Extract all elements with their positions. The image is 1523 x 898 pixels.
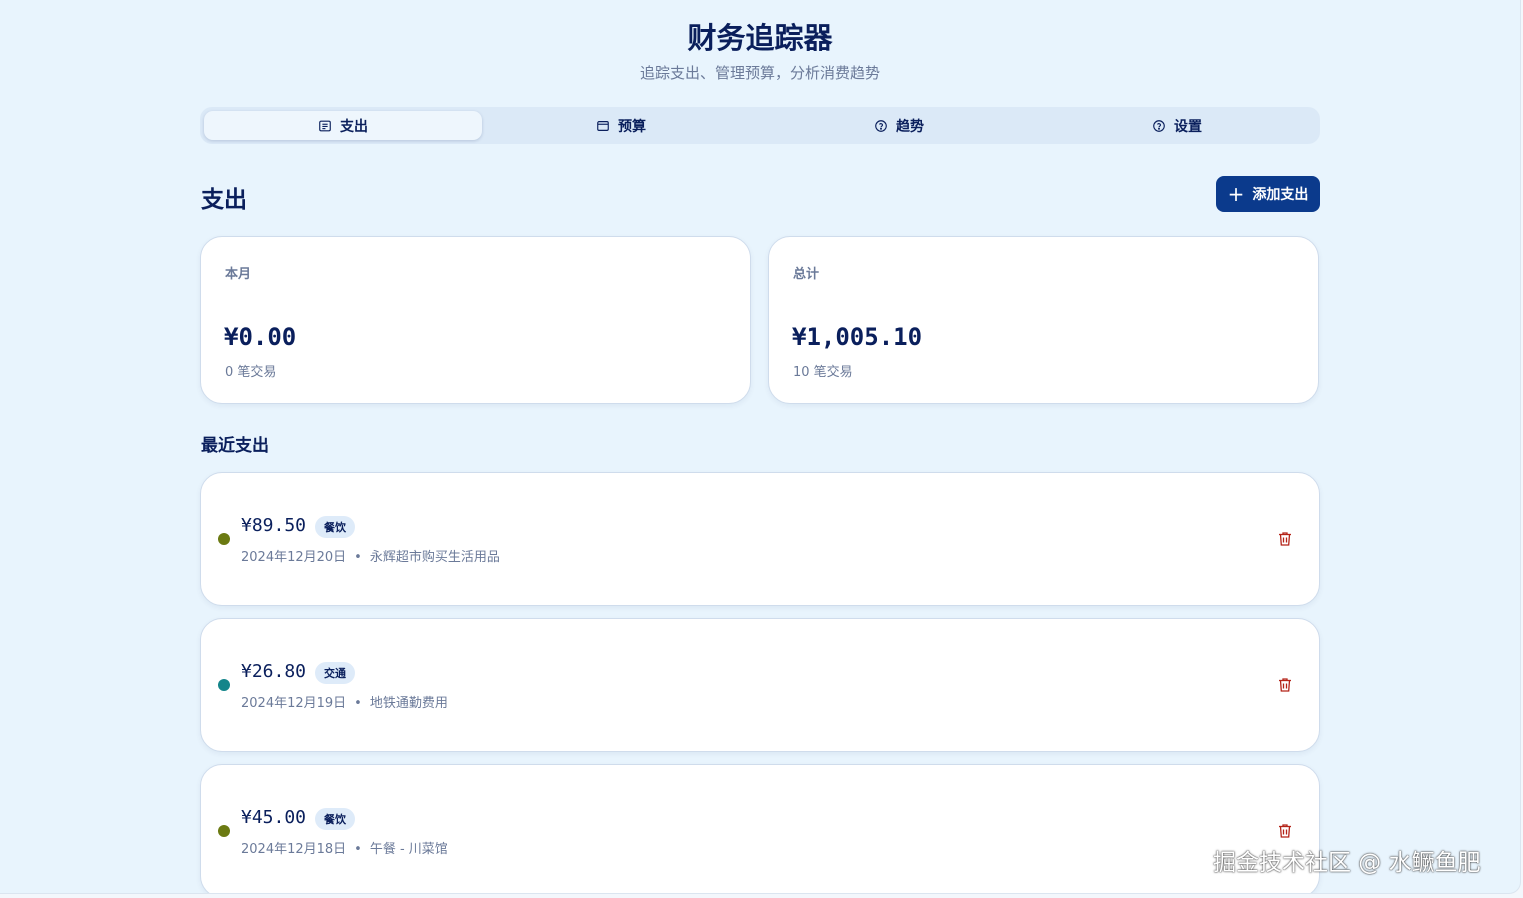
page-subtitle: 追踪支出、管理预算，分析消费趋势 [639, 64, 880, 82]
meta-separator: • [354, 842, 362, 857]
recent-expenses-title: 最近支出 [201, 436, 269, 456]
help-circle-icon [1153, 119, 1165, 132]
tab-label: 支出 [340, 118, 368, 135]
stat-value: ¥0.00 [224, 323, 297, 351]
expense-amount: ¥26.80 [241, 661, 307, 682]
category-badge: 交通 [315, 662, 355, 684]
expense-date: 2024年12月20日 [241, 550, 347, 565]
expense-item[interactable]: ¥26.80 交通 2024年12月19日 • 地铁通勤费用 [200, 618, 1320, 752]
tab-bar: 支出 预算 趋势 设置 [200, 107, 1320, 144]
expense-description: 永辉超市购买生活用品 [369, 550, 500, 565]
expense-amount: ¥89.50 [241, 515, 307, 536]
meta-separator: • [354, 696, 362, 711]
trash-icon[interactable] [1278, 531, 1292, 547]
section-title: 支出 [201, 187, 247, 213]
stat-transaction-count: 10 笔交易 [793, 365, 853, 380]
stat-label: 本月 [225, 267, 252, 282]
expense-description: 午餐 - 川菜馆 [369, 842, 448, 857]
stat-value: ¥1,005.10 [792, 323, 923, 351]
stat-card-this-month: 本月 ¥0.00 0 笔交易 [200, 236, 751, 404]
receipt-icon [319, 120, 331, 131]
expense-meta: 2024年12月19日 • 地铁通勤费用 [241, 692, 448, 711]
plus-icon: + [1227, 182, 1245, 206]
category-badge: 餐饮 [315, 516, 355, 538]
expense-amount: ¥45.00 [241, 807, 307, 828]
category-color-dot [218, 679, 230, 691]
page-title: 财务追踪器 [687, 21, 833, 55]
expense-item[interactable]: ¥45.00 餐饮 2024年12月18日 • 午餐 - 川菜馆 [200, 764, 1320, 893]
app-window: 财务追踪器 追踪支出、管理预算，分析消费趋势 支出 预算 趋势 设置 支出 + … [0, 0, 1521, 894]
tab-label: 预算 [618, 118, 646, 135]
stat-transaction-count: 0 笔交易 [225, 365, 277, 380]
help-circle-icon [875, 119, 887, 132]
expense-meta: 2024年12月20日 • 永辉超市购买生活用品 [241, 546, 500, 565]
wallet-icon [597, 120, 609, 131]
trash-icon[interactable] [1278, 823, 1292, 839]
category-badge: 餐饮 [315, 808, 355, 830]
expense-date: 2024年12月18日 [241, 842, 347, 857]
add-expense-button[interactable]: + 添加支出 [1216, 176, 1320, 212]
stat-label: 总计 [793, 267, 820, 282]
tab-trends[interactable]: 趋势 [760, 111, 1038, 140]
trash-icon[interactable] [1278, 677, 1292, 693]
tab-budget[interactable]: 预算 [482, 111, 760, 140]
tab-label: 设置 [1174, 118, 1202, 135]
category-color-dot [218, 825, 230, 837]
category-color-dot [218, 533, 230, 545]
expense-description: 地铁通勤费用 [369, 696, 448, 711]
meta-separator: • [354, 550, 362, 565]
tab-expenses[interactable]: 支出 [204, 111, 482, 140]
expense-date: 2024年12月19日 [241, 696, 347, 711]
add-expense-label: 添加支出 [1252, 187, 1309, 203]
stat-card-total: 总计 ¥1,005.10 10 笔交易 [768, 236, 1319, 404]
tab-settings[interactable]: 设置 [1038, 111, 1316, 140]
expense-item[interactable]: ¥89.50 餐饮 2024年12月20日 • 永辉超市购买生活用品 [200, 472, 1320, 606]
watermark: 掘金技术社区 @ 水鳜鱼肥 [1213, 850, 1481, 876]
expense-meta: 2024年12月18日 • 午餐 - 川菜馆 [241, 838, 448, 857]
tab-label: 趋势 [896, 118, 924, 135]
